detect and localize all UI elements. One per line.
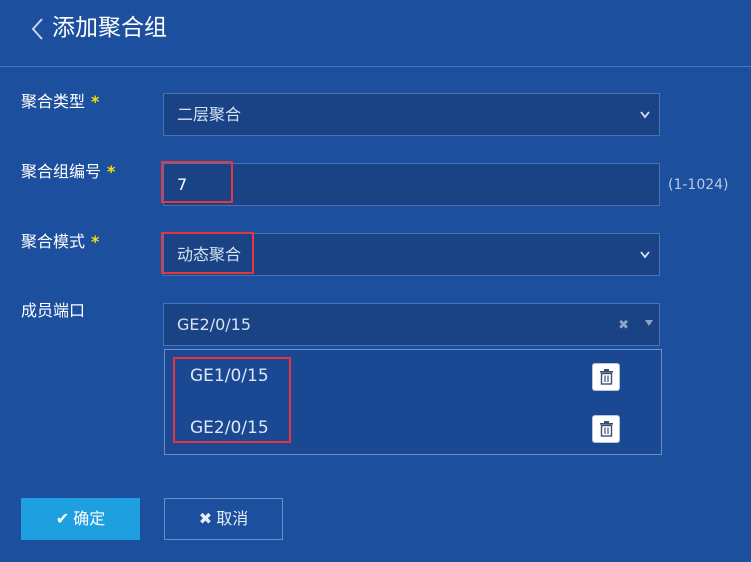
close-icon[interactable]: ✖: [618, 318, 629, 333]
list-item[interactable]: GE2/0/15: [165, 402, 661, 454]
delete-button[interactable]: [592, 363, 620, 391]
required-mark: *: [91, 92, 100, 111]
group-number-input[interactable]: [163, 163, 660, 206]
aggregation-type-value: 二层聚合: [177, 105, 242, 124]
page-title: 添加聚合组: [52, 15, 167, 41]
close-icon: ✖: [198, 509, 213, 528]
member-ports-list: GE1/0/15 GE2/0/15: [164, 349, 662, 455]
member-ports-selected-value: GE2/0/15: [177, 315, 252, 334]
required-mark: *: [91, 232, 100, 251]
confirm-button[interactable]: ✔ 确定: [21, 498, 140, 540]
header-divider: [0, 66, 751, 67]
member-port-label: GE2/0/15: [190, 418, 269, 438]
group-number-range-hint: (1-1024): [668, 177, 729, 193]
member-ports-select[interactable]: GE2/0/15 ✖: [163, 303, 660, 346]
cancel-button[interactable]: ✖ 取消: [164, 498, 283, 540]
caret-down-icon[interactable]: [645, 320, 653, 326]
aggregation-mode-value: 动态聚合: [177, 245, 242, 264]
required-mark: *: [107, 162, 116, 181]
chevron-left-icon[interactable]: [28, 16, 48, 42]
delete-button[interactable]: [592, 415, 620, 443]
aggregation-type-label: 聚合类型 *: [21, 92, 100, 111]
member-port-label: GE1/0/15: [190, 366, 269, 386]
member-ports-label: 成员端口: [21, 301, 86, 320]
list-item[interactable]: GE1/0/15: [165, 350, 661, 402]
aggregation-mode-select[interactable]: 动态聚合: [163, 233, 660, 276]
aggregation-mode-label: 聚合模式 *: [21, 232, 100, 251]
trash-icon: [600, 421, 613, 437]
check-icon: ✔: [55, 509, 70, 528]
group-number-label: 聚合组编号 *: [21, 162, 116, 181]
chevron-down-icon: [640, 251, 650, 259]
trash-icon: [600, 369, 613, 385]
chevron-down-icon: [640, 111, 650, 119]
aggregation-type-select[interactable]: 二层聚合: [163, 93, 660, 136]
